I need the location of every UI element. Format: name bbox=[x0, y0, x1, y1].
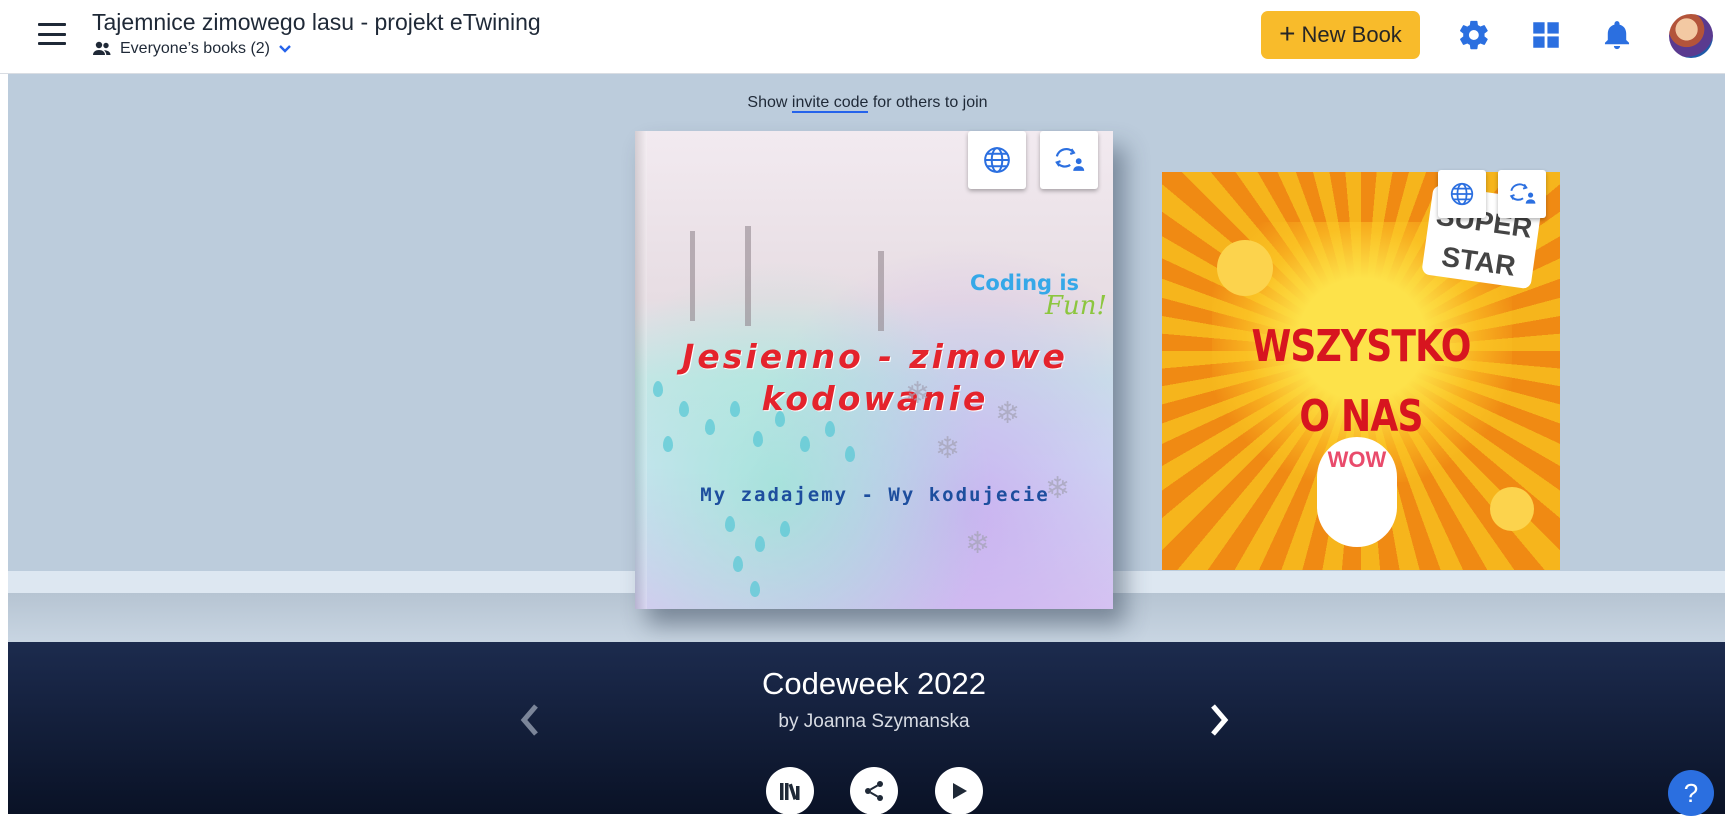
avatar[interactable] bbox=[1669, 14, 1713, 58]
star-eyes-emoji-icon bbox=[1217, 240, 1273, 296]
chevron-right-icon bbox=[1211, 704, 1229, 736]
publish-globe-button-2[interactable] bbox=[1438, 170, 1486, 218]
drop-decoration bbox=[733, 556, 743, 572]
book-cover-subtitle: My zadajemy - Wy kodujecie bbox=[700, 484, 1050, 506]
dashboard-icon[interactable] bbox=[1529, 18, 1563, 52]
invite-text: Show invite code for others to join bbox=[0, 94, 1725, 113]
bell-icon[interactable] bbox=[1600, 18, 1634, 52]
drop-decoration bbox=[730, 401, 740, 417]
drop-decoration bbox=[705, 419, 715, 435]
publish-globe-button[interactable] bbox=[968, 131, 1026, 189]
drop-decoration bbox=[753, 431, 763, 447]
snowflake-decoration: ❄ bbox=[935, 432, 961, 465]
selected-book-author: by Joanna Szymanska bbox=[778, 711, 970, 732]
drop-decoration bbox=[800, 436, 810, 452]
snowflake-decoration: ❄ bbox=[995, 397, 1021, 430]
invite-suffix: for others to join bbox=[872, 94, 988, 111]
share-button[interactable] bbox=[850, 767, 898, 815]
plus-icon: + bbox=[1279, 18, 1296, 49]
chevron-left-icon bbox=[520, 704, 538, 736]
play-button[interactable] bbox=[935, 767, 983, 815]
snowflake-decoration: ❄ bbox=[965, 527, 991, 560]
book-cover-title: Jesienno - zimowe kodowanie bbox=[682, 337, 1068, 418]
collaborate-icon bbox=[1055, 148, 1085, 171]
new-book-button[interactable]: + New Book bbox=[1261, 11, 1420, 59]
tree-decoration bbox=[878, 251, 884, 331]
heart-eyes-emoji-icon bbox=[1490, 487, 1534, 531]
drop-decoration bbox=[750, 581, 760, 597]
drop-decoration bbox=[780, 521, 790, 537]
snowflake-decoration: ❄ bbox=[905, 377, 931, 410]
menu-icon[interactable] bbox=[36, 20, 68, 48]
new-book-label: New Book bbox=[1301, 22, 1402, 47]
cover-title-line1: WSZYSTKO bbox=[1251, 321, 1471, 372]
book-spine bbox=[635, 131, 647, 609]
drop-decoration bbox=[825, 421, 835, 437]
books-filter-dropdown[interactable]: Everyone’s books (2) bbox=[92, 40, 292, 58]
next-book-button[interactable] bbox=[1205, 700, 1233, 747]
drop-decoration bbox=[845, 446, 855, 462]
collaborate-icon bbox=[1509, 183, 1536, 204]
tree-decoration bbox=[745, 226, 751, 326]
collaborate-button-2[interactable] bbox=[1498, 170, 1546, 218]
drop-decoration bbox=[725, 516, 735, 532]
previous-book-button[interactable] bbox=[516, 700, 544, 747]
invite-code-link[interactable]: invite code bbox=[791, 94, 869, 113]
drop-decoration bbox=[755, 536, 765, 552]
drop-decoration bbox=[775, 411, 785, 427]
collaborate-button[interactable] bbox=[1040, 131, 1098, 189]
books-icon bbox=[780, 783, 800, 800]
globe-icon bbox=[984, 147, 1010, 173]
library-button[interactable] bbox=[766, 767, 814, 815]
people-icon bbox=[93, 41, 111, 55]
book-cover-next[interactable]: WSZYSTKO O NAS SUPER STAR WOW bbox=[1162, 172, 1560, 570]
book-cover-selected[interactable]: Coding is Fun! Jesienno - zimowe kodowan… bbox=[635, 131, 1113, 609]
share-icon bbox=[865, 781, 883, 801]
play-icon bbox=[953, 783, 967, 799]
books-filter-label: Everyone’s books (2) bbox=[120, 40, 270, 57]
cover-fun-text: Fun! bbox=[1045, 291, 1107, 321]
top-bar: Tajemnice zimowego lasu - projekt eTwini… bbox=[0, 0, 1725, 74]
invite-prefix: Show bbox=[747, 94, 788, 111]
library-title: Tajemnice zimowego lasu - projekt eTwini… bbox=[92, 9, 541, 35]
help-button[interactable]: ? bbox=[1668, 770, 1714, 816]
drop-decoration bbox=[663, 436, 673, 452]
gear-icon[interactable] bbox=[1457, 18, 1491, 52]
drop-decoration bbox=[679, 401, 689, 417]
book-cover-title: WSZYSTKO O NAS bbox=[1198, 312, 1524, 452]
wow-chick-sticker: WOW bbox=[1317, 437, 1397, 547]
globe-icon bbox=[1450, 182, 1474, 206]
selected-book-title: Codeweek 2022 bbox=[761, 666, 987, 701]
chevron-down-icon bbox=[279, 45, 291, 53]
drop-decoration bbox=[653, 381, 663, 397]
tree-decoration bbox=[690, 231, 695, 321]
